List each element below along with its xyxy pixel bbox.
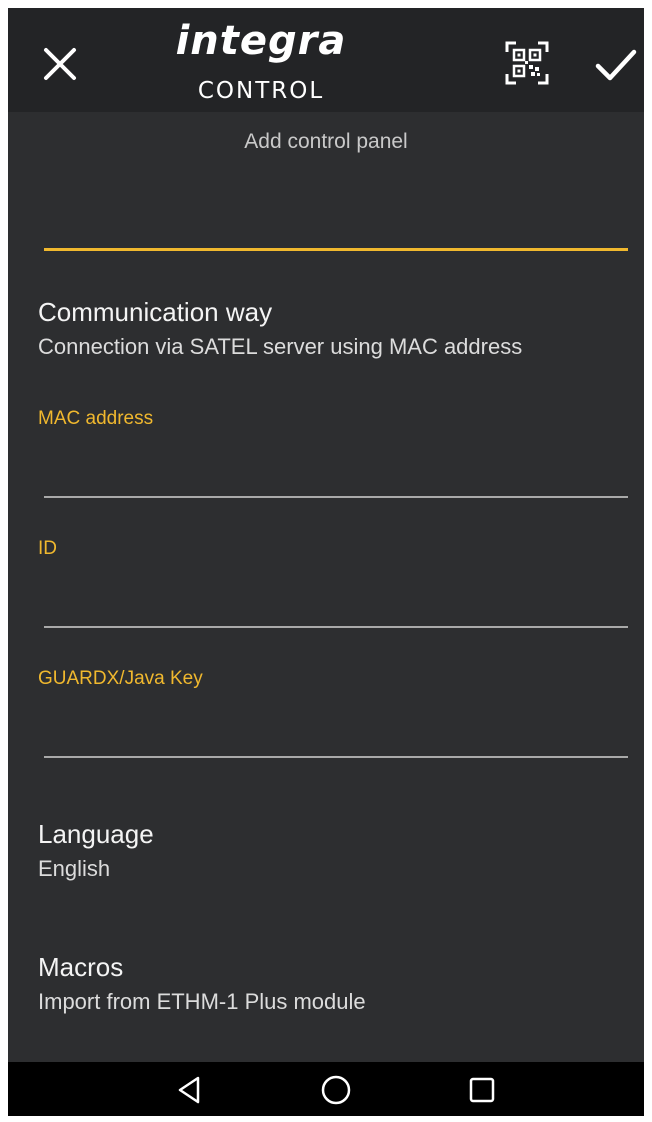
page-subtitle: Add control panel xyxy=(244,130,408,153)
back-triangle-icon xyxy=(178,1076,200,1104)
top-app-bar: integra CONTROL xyxy=(8,8,644,112)
mac-address-input[interactable] xyxy=(44,452,628,498)
logo-subtext: CONTROL xyxy=(197,78,325,104)
check-icon xyxy=(595,49,637,81)
integra-control-logo: integra CONTROL xyxy=(136,14,386,110)
close-button[interactable] xyxy=(38,42,82,86)
language-setting[interactable]: Language English xyxy=(38,818,628,884)
close-icon xyxy=(44,48,76,80)
macros-summary: Import from ETHM-1 Plus module xyxy=(38,989,366,1014)
guardx-key-input[interactable] xyxy=(44,712,628,758)
qr-code-icon xyxy=(505,41,549,85)
macros-setting[interactable]: Macros Import from ETHM-1 Plus module xyxy=(38,951,628,1017)
home-circle-icon xyxy=(321,1075,351,1105)
mac-address-label: MAC address xyxy=(38,408,154,429)
communication-way-title: Communication way xyxy=(38,297,273,327)
logo-word: integra xyxy=(175,18,347,64)
scan-qr-button[interactable] xyxy=(504,40,550,86)
id-label: ID xyxy=(38,538,57,559)
id-input[interactable] xyxy=(44,582,628,628)
language-title: Language xyxy=(38,819,154,849)
recents-square-icon xyxy=(469,1077,495,1103)
language-summary: English xyxy=(38,856,111,881)
panel-name-input[interactable] xyxy=(44,194,628,251)
guardx-key-label: GUARDX/Java Key xyxy=(38,668,203,689)
system-navigation-bar xyxy=(8,1062,644,1116)
communication-way-summary: Connection via SATEL server using MAC ad… xyxy=(38,334,523,359)
app-screen: integra CONTROL Add control panel Commun… xyxy=(8,8,644,1116)
back-button[interactable] xyxy=(170,1070,210,1110)
communication-way-setting[interactable]: Communication way Connection via SATEL s… xyxy=(38,296,628,362)
recents-button[interactable] xyxy=(462,1070,502,1110)
macros-title: Macros xyxy=(38,952,124,982)
home-button[interactable] xyxy=(316,1070,356,1110)
confirm-button[interactable] xyxy=(592,40,640,88)
